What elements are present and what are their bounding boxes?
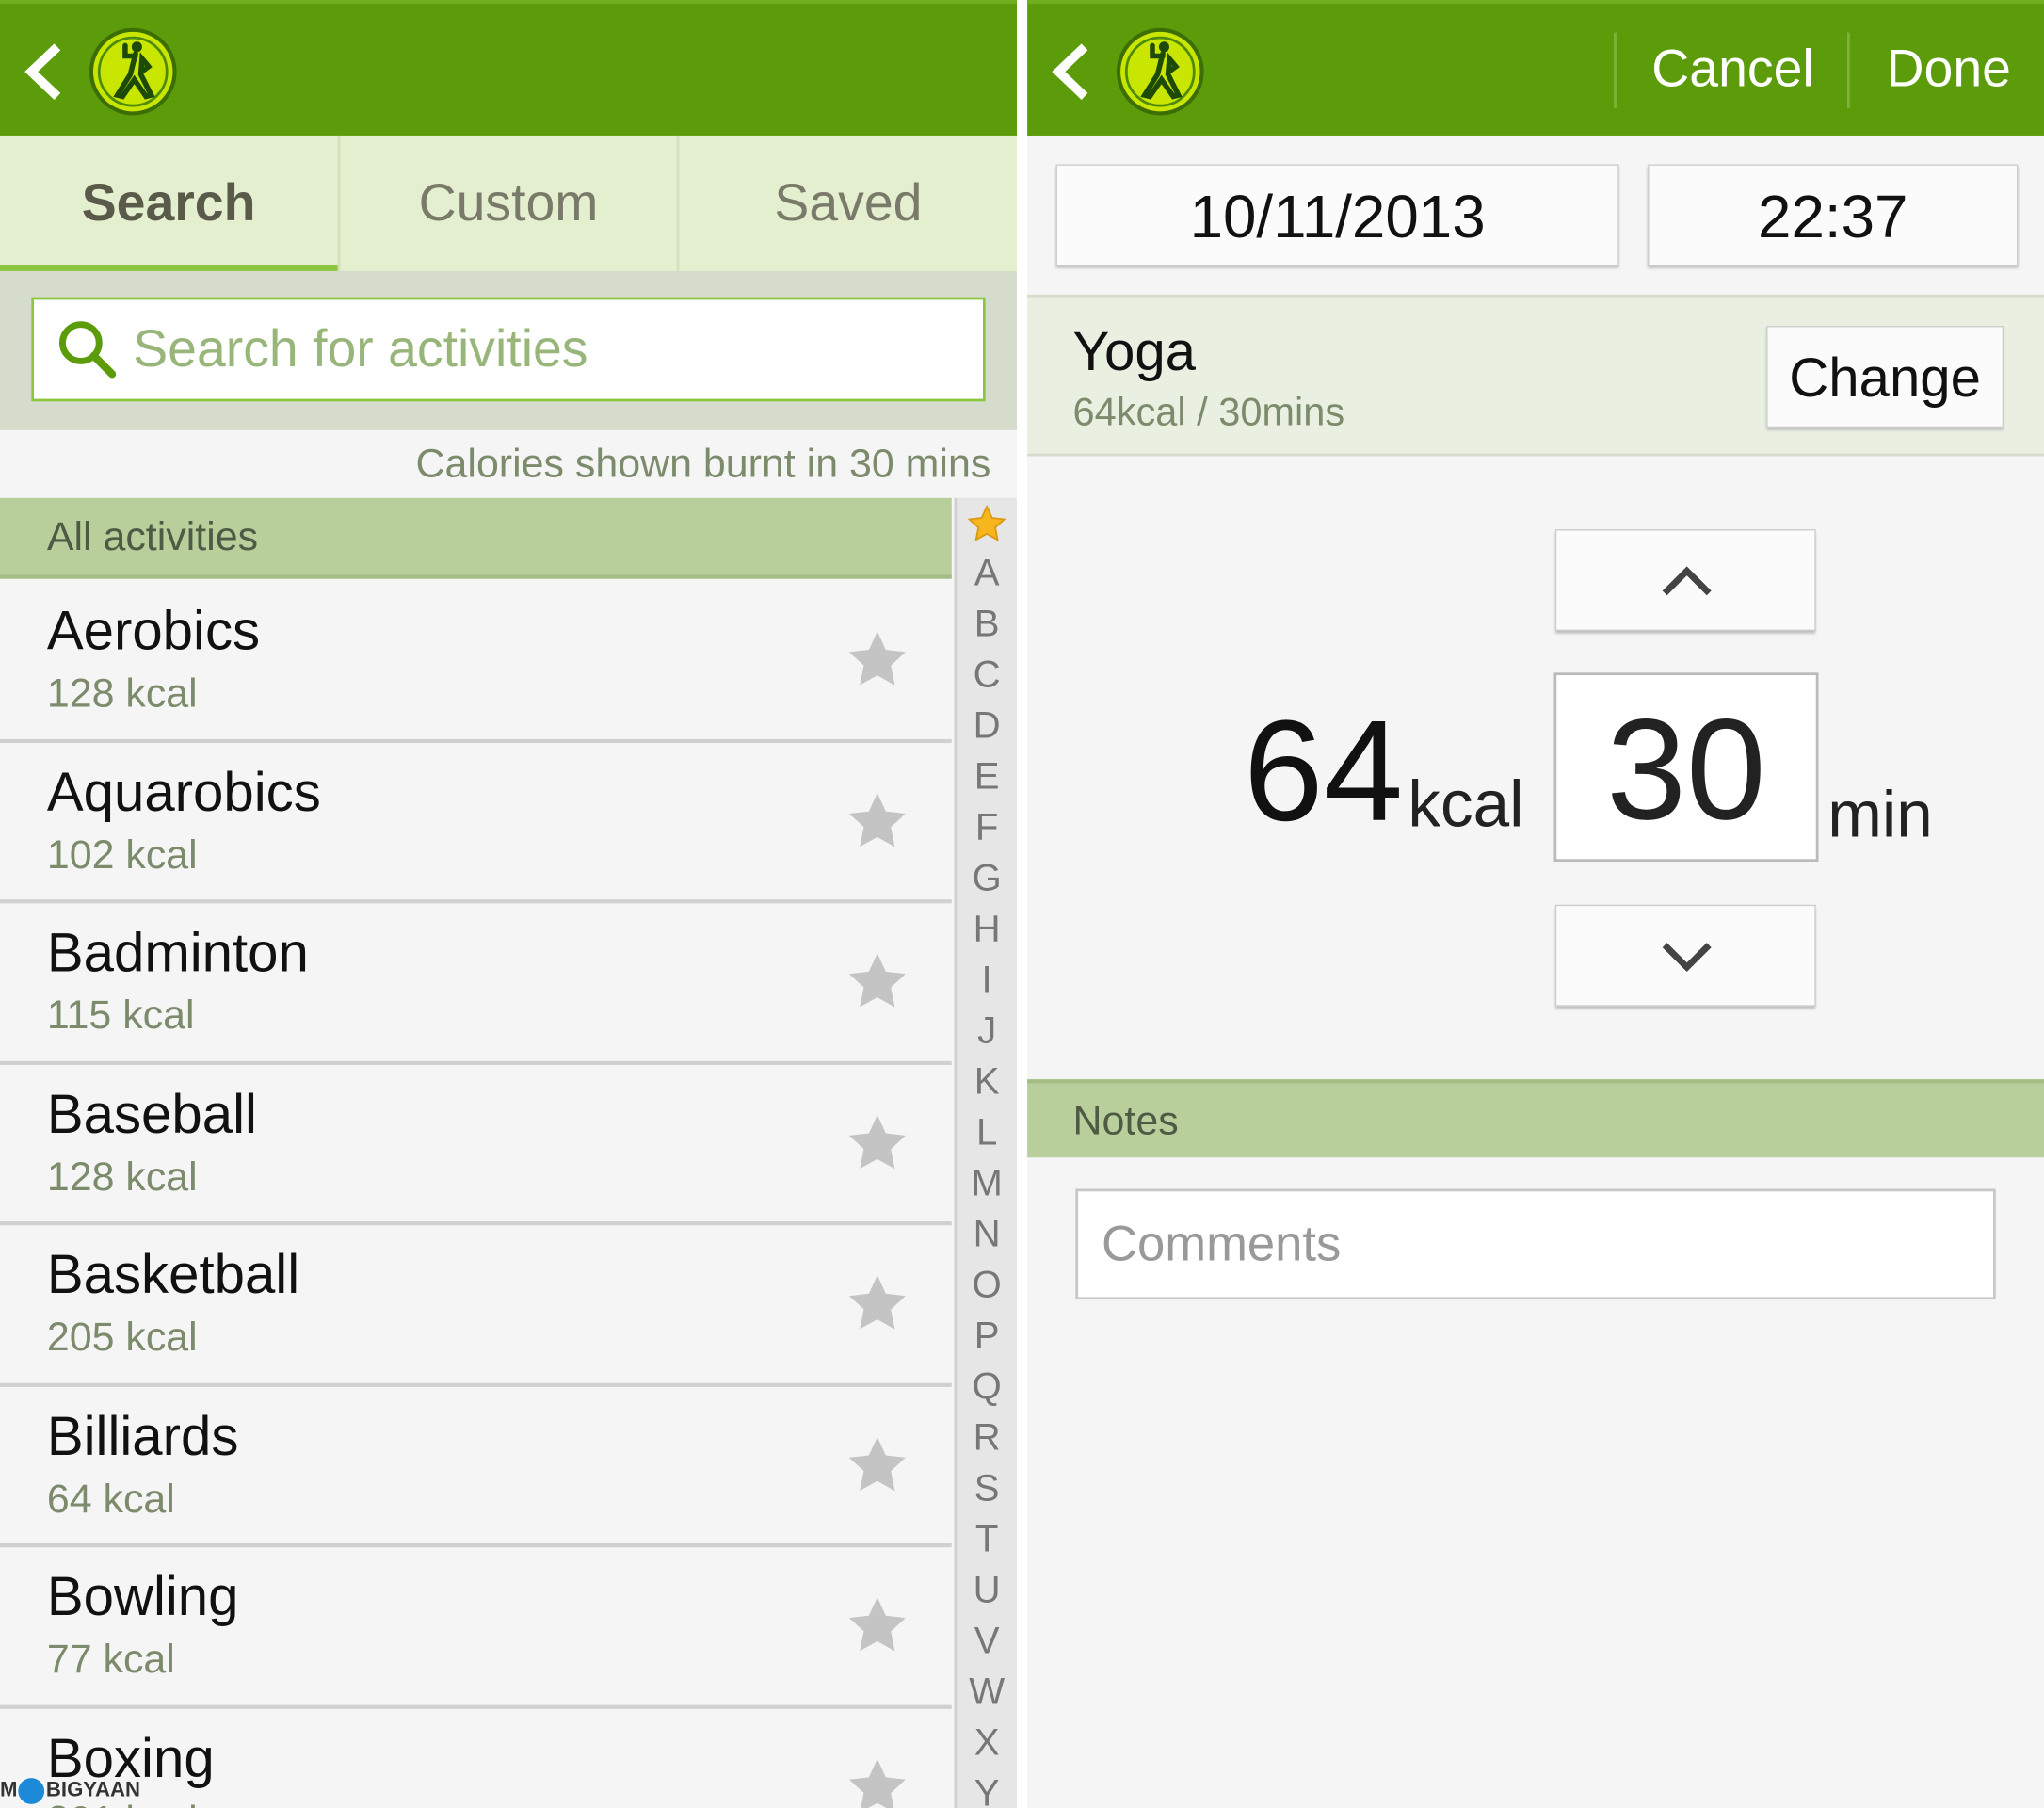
activity-name: Badminton (46, 921, 309, 983)
kcal-unit: kcal (1408, 767, 1524, 841)
tab-custom[interactable]: Custom (340, 135, 680, 271)
change-button[interactable]: Change (1766, 326, 2004, 428)
star-icon[interactable] (842, 1591, 912, 1659)
date-picker[interactable]: 10/11/2013 (1055, 164, 1619, 266)
activity-summary: 64kcal / 30mins (1072, 391, 1345, 434)
divider (1614, 32, 1617, 108)
done-button[interactable]: Done (1887, 4, 2011, 139)
star-icon[interactable] (842, 1752, 912, 1808)
index-letter[interactable]: B (957, 600, 1017, 651)
index-letter[interactable]: I (957, 956, 1017, 1007)
activity-item[interactable]: Badminton 115 kcal (0, 903, 952, 1065)
star-icon[interactable] (842, 1430, 912, 1498)
activity-item[interactable]: Bowling 77 kcal (0, 1547, 952, 1709)
minutes-input[interactable]: 30 (1553, 672, 1819, 863)
index-letter[interactable]: P (957, 1312, 1017, 1363)
cancel-button[interactable]: Cancel (1651, 4, 1813, 139)
star-icon[interactable] (842, 947, 912, 1015)
activity-item[interactable]: Baseball 128 kcal (0, 1064, 952, 1226)
activity-name: Billiards (46, 1404, 239, 1466)
activity-kcal: 205 kcal (46, 1314, 198, 1360)
activity-kcal: 64 kcal (46, 1475, 175, 1521)
index-letter[interactable]: D (957, 702, 1017, 752)
activity-name: Aquarobics (46, 760, 321, 822)
activity-name: Aerobics (46, 599, 261, 661)
app-logo-icon (1116, 27, 1204, 116)
time-picker[interactable]: 22:37 (1648, 164, 2019, 266)
increase-button[interactable] (1554, 529, 1816, 632)
tab-search[interactable]: Search (0, 135, 340, 271)
activity-detail-screen: Cancel Done 10/11/2013 22:37 Yoga 64kcal… (1027, 0, 2044, 1808)
activity-name: Bowling (46, 1565, 239, 1627)
index-letter[interactable]: X (957, 1719, 1017, 1769)
tab-saved[interactable]: Saved (680, 136, 1017, 271)
kcal-value: 64 (1243, 690, 1404, 851)
index-letter[interactable]: R (957, 1413, 1017, 1464)
min-unit: min (1827, 778, 1933, 851)
activity-name: Baseball (46, 1082, 257, 1144)
notes-header: Notes (1027, 1079, 2044, 1158)
divider (1846, 32, 1850, 108)
favorites-star-icon[interactable] (957, 498, 1017, 549)
back-icon[interactable] (1051, 43, 1090, 101)
activity-item[interactable]: Aerobics 128 kcal (0, 581, 952, 743)
activity-item[interactable]: Billiards 64 kcal (0, 1386, 952, 1548)
activity-item[interactable]: Basketball 205 kcal (0, 1225, 952, 1387)
app-logo-icon (89, 27, 177, 116)
search-icon (58, 321, 117, 379)
activity-kcal: 128 kcal (46, 1153, 198, 1199)
activity-kcal: 115 kcal (46, 992, 195, 1038)
index-letter[interactable]: G (957, 854, 1017, 905)
index-letter[interactable]: U (957, 1566, 1017, 1617)
star-icon[interactable] (842, 1269, 912, 1337)
index-letter[interactable]: C (957, 651, 1017, 702)
activity-list: Aerobics 128 kcal Aquarobics 102 kcal Badmin… (0, 581, 952, 1808)
tab-bar: Search Custom Saved (0, 135, 1017, 271)
index-letter[interactable]: J (957, 1007, 1017, 1057)
index-letter[interactable]: Q (957, 1363, 1017, 1413)
selected-activity: Yoga 64kcal / 30mins Change (1027, 294, 2044, 457)
index-letter[interactable]: S (957, 1464, 1017, 1515)
index-letter[interactable]: K (957, 1057, 1017, 1108)
index-letter[interactable]: W (957, 1668, 1017, 1719)
watermark-logo: M BIGYAAN (0, 1778, 140, 1804)
index-letter[interactable]: A (957, 549, 1017, 600)
search-input[interactable]: Search for activities (31, 297, 986, 402)
star-icon[interactable] (842, 625, 912, 693)
index-letter[interactable]: N (957, 1210, 1017, 1261)
index-letter[interactable]: Y (957, 1768, 1017, 1808)
star-icon[interactable] (842, 1108, 912, 1176)
activity-kcal: 102 kcal (46, 831, 198, 877)
index-letter[interactable]: V (957, 1617, 1017, 1668)
chevron-up-icon (1662, 566, 1712, 596)
index-letter[interactable]: T (957, 1515, 1017, 1566)
activity-list-screen: Search Custom Saved Search for activitie… (0, 0, 1017, 1808)
index-letter[interactable]: L (957, 1108, 1017, 1159)
index-letter[interactable]: F (957, 803, 1017, 854)
activity-name: Yoga (1072, 320, 1197, 382)
alphabet-index[interactable]: ABCDEFGHIJKLMNOPQRSTUVWXY (954, 497, 1017, 1808)
back-icon[interactable] (24, 43, 63, 101)
star-icon[interactable] (842, 786, 912, 854)
activity-kcal: 77 kcal (46, 1636, 175, 1682)
search-placeholder: Search for activities (133, 319, 588, 378)
index-letter[interactable]: M (957, 1159, 1017, 1210)
minutes-value: 30 (1606, 689, 1766, 850)
action-bar (0, 0, 1017, 136)
search-area: Search for activities (0, 270, 1017, 430)
activity-name: Basketball (46, 1243, 300, 1305)
section-header: All activities (0, 497, 952, 579)
index-letter[interactable]: O (957, 1261, 1017, 1312)
activity-item[interactable]: Boxing201 kcal (0, 1708, 952, 1808)
calories-hint: Calories shown burnt in 30 mins (415, 440, 991, 487)
action-bar: Cancel Done (1027, 0, 2044, 136)
activity-item[interactable]: Aquarobics 102 kcal (0, 742, 952, 904)
index-letter[interactable]: H (957, 905, 1017, 956)
activity-kcal: 128 kcal (46, 670, 198, 716)
index-letter[interactable]: E (957, 752, 1017, 803)
comments-input[interactable]: Comments (1075, 1188, 1996, 1300)
decrease-button[interactable] (1554, 904, 1816, 1007)
chevron-down-icon (1662, 943, 1712, 973)
